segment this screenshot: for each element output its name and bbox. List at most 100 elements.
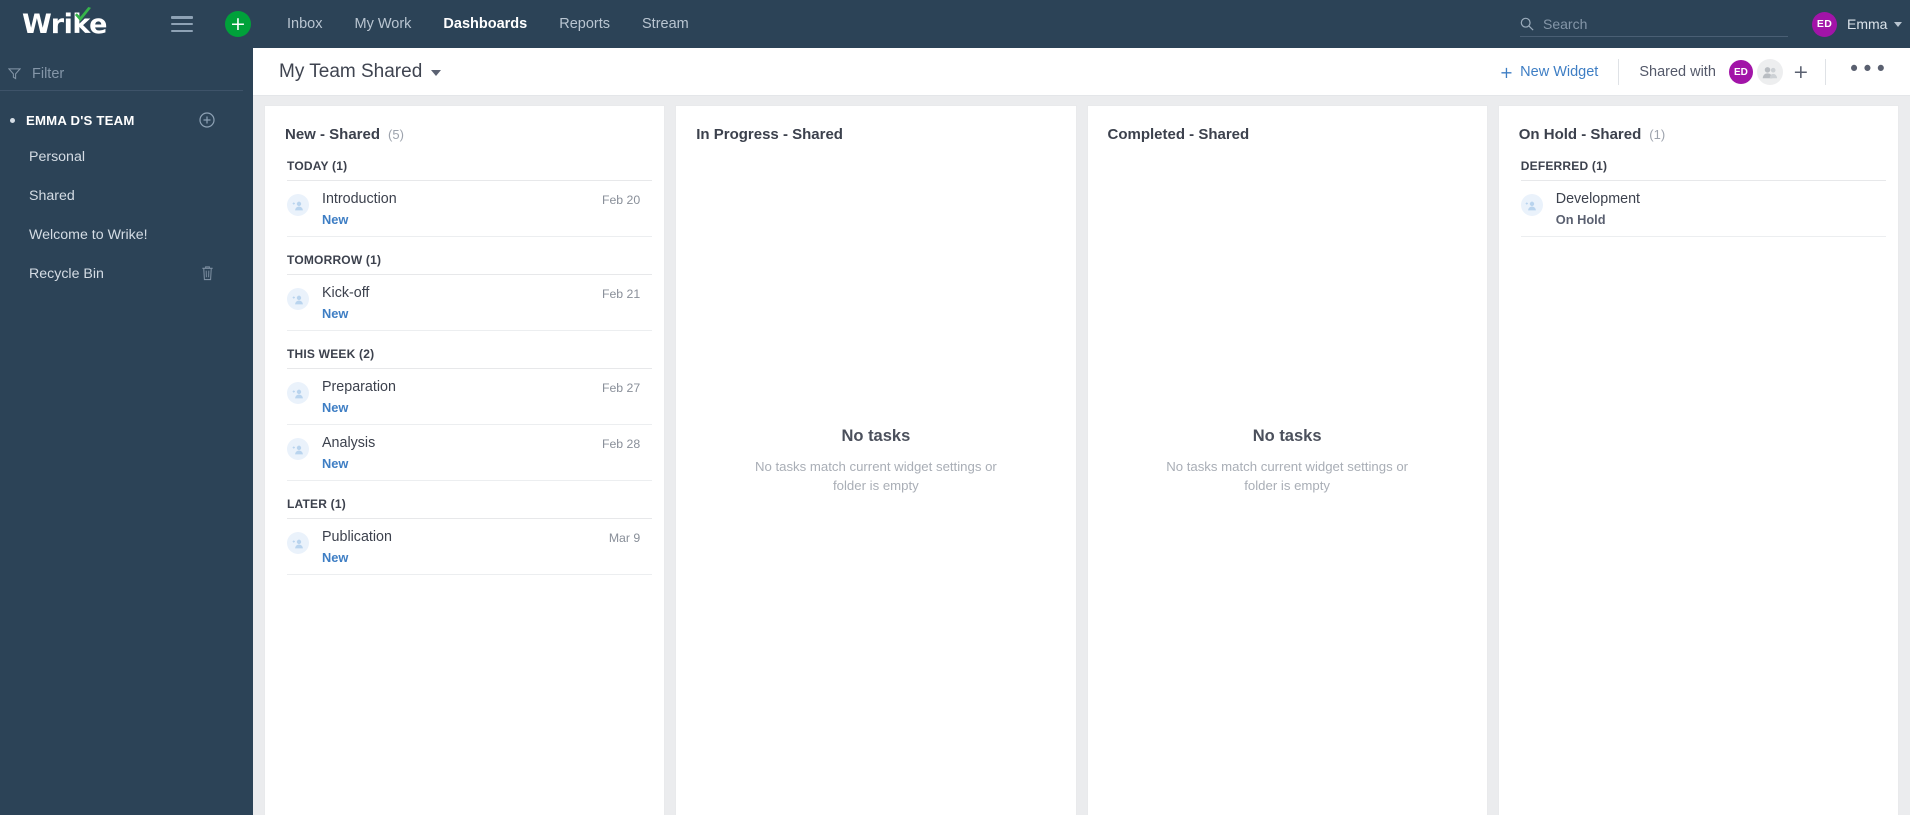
task-name: Analysis bbox=[322, 435, 376, 451]
widget-in-progress-shared: In Progress - Shared No tasks No tasks m… bbox=[676, 106, 1076, 815]
sidebar-item-label: Personal bbox=[29, 148, 85, 165]
task-group-label: THIS WEEK (2) bbox=[287, 331, 653, 369]
widget-header: On Hold - Shared (1) bbox=[1499, 106, 1898, 143]
task-status[interactable]: On Hold bbox=[1556, 212, 1874, 227]
widget-count: (5) bbox=[388, 127, 404, 142]
team-bullet-icon bbox=[10, 118, 15, 123]
dashboard-header-actions: + New Widget Shared with ED + ••• bbox=[1500, 48, 1910, 96]
task-status[interactable]: New bbox=[322, 212, 602, 227]
nav-item-my-work[interactable]: My Work bbox=[338, 0, 427, 48]
app-logo[interactable]: Wrike bbox=[0, 0, 212, 48]
widget-count: (1) bbox=[1649, 127, 1666, 142]
widget-on-hold-shared: On Hold - Shared (1) DEFERRED (1) Develo… bbox=[1498, 106, 1898, 815]
widget-completed-shared: Completed - Shared No tasks No tasks mat… bbox=[1087, 106, 1487, 815]
task-name: Kick-off bbox=[322, 285, 370, 301]
assign-user-icon[interactable] bbox=[287, 288, 309, 310]
plus-icon: + bbox=[1499, 62, 1514, 82]
search-icon bbox=[1520, 17, 1534, 31]
dashboard-header: My Team Shared + New Widget Shared with … bbox=[253, 48, 1910, 96]
task-date: Feb 28 bbox=[601, 437, 641, 451]
empty-title: No tasks bbox=[841, 426, 911, 445]
task-content: Preparation New bbox=[322, 378, 602, 415]
nav-item-reports[interactable]: Reports bbox=[543, 0, 626, 48]
user-menu[interactable]: ED Emma bbox=[1812, 0, 1903, 48]
new-widget-label: New Widget bbox=[1520, 64, 1599, 80]
chevron-down-icon bbox=[431, 70, 442, 76]
sidebar-filter[interactable] bbox=[0, 57, 243, 91]
page-title: My Team Shared bbox=[279, 60, 423, 82]
empty-title: No tasks bbox=[1252, 426, 1322, 445]
sidebar-toggle-icon[interactable] bbox=[170, 16, 193, 32]
task-row[interactable]: Publication New Mar 9 bbox=[287, 519, 653, 575]
sidebar-item-label: Welcome to Wrike! bbox=[29, 226, 148, 243]
task-row[interactable]: Analysis New Feb 28 bbox=[287, 425, 653, 481]
trash-icon[interactable] bbox=[200, 265, 215, 281]
create-button[interactable]: + bbox=[225, 11, 251, 37]
search-input[interactable] bbox=[1543, 15, 1773, 32]
people-icon[interactable] bbox=[1756, 59, 1783, 85]
sidebar: EMMA D'S TEAM Personal Shared Welcome to… bbox=[0, 48, 253, 815]
sidebar-item-label: Recycle Bin bbox=[29, 265, 104, 282]
empty-state: No tasks No tasks match current widget s… bbox=[1088, 106, 1487, 815]
nav-item-stream[interactable]: Stream bbox=[626, 0, 705, 48]
logo-check-icon bbox=[75, 7, 91, 22]
sidebar-team-header[interactable]: EMMA D'S TEAM bbox=[0, 104, 253, 137]
task-name: Preparation bbox=[322, 379, 396, 395]
task-content: Introduction New bbox=[322, 190, 602, 227]
task-name: Development bbox=[1555, 191, 1640, 207]
add-person-button[interactable]: + bbox=[1793, 62, 1809, 82]
main-nav: Inbox My Work Dashboards Reports Stream bbox=[271, 0, 705, 48]
task-row[interactable]: Development On Hold bbox=[1520, 181, 1886, 237]
task-status[interactable]: New bbox=[322, 456, 602, 471]
task-name: Publication bbox=[322, 529, 392, 545]
assign-user-icon[interactable] bbox=[287, 438, 309, 460]
top-navigation-bar: Wrike + Inbox My Work Dashboards Reports… bbox=[0, 0, 1910, 48]
task-content: Kick-off New bbox=[322, 284, 602, 321]
sidebar-item-label: Shared bbox=[29, 187, 75, 204]
task-group-label: DEFERRED (1) bbox=[1520, 143, 1886, 181]
task-group-label: TOMORROW (1) bbox=[287, 237, 653, 275]
task-date: Feb 27 bbox=[601, 381, 641, 395]
avatar: ED bbox=[1812, 11, 1837, 37]
empty-description: No tasks match current widget settings o… bbox=[754, 458, 997, 493]
task-date: Feb 20 bbox=[601, 193, 641, 207]
assign-user-icon[interactable] bbox=[287, 194, 309, 216]
widget-title: Completed - Shared bbox=[1107, 126, 1250, 143]
search-box[interactable] bbox=[1520, 11, 1788, 37]
empty-description: No tasks match current widget settings o… bbox=[1166, 458, 1409, 493]
sidebar-item-recycle-bin[interactable]: Recycle Bin bbox=[0, 254, 253, 293]
task-group-label: LATER (1) bbox=[287, 481, 653, 519]
dashboard-title-dropdown[interactable]: My Team Shared bbox=[279, 60, 442, 83]
nav-item-inbox[interactable]: Inbox bbox=[271, 0, 338, 48]
task-row[interactable]: Preparation New Feb 27 bbox=[287, 369, 653, 425]
widget-title: In Progress - Shared bbox=[696, 126, 843, 143]
assign-user-icon[interactable] bbox=[1520, 194, 1543, 216]
add-circle-icon[interactable] bbox=[199, 112, 215, 128]
empty-state: No tasks No tasks match current widget s… bbox=[676, 106, 1075, 815]
shared-with-group: Shared with ED + bbox=[1619, 59, 1825, 85]
avatar[interactable]: ED bbox=[1728, 60, 1753, 84]
assign-user-icon[interactable] bbox=[287, 532, 309, 554]
widget-new-shared: New - Shared (5) TODAY (1) Introduction … bbox=[265, 106, 665, 815]
task-group-label: TODAY (1) bbox=[287, 143, 653, 181]
team-name: EMMA D'S TEAM bbox=[26, 113, 135, 128]
assign-user-icon[interactable] bbox=[287, 382, 309, 404]
task-content: Development On Hold bbox=[1556, 190, 1874, 227]
sidebar-item-shared[interactable]: Shared bbox=[0, 176, 253, 215]
task-status[interactable]: New bbox=[322, 400, 602, 415]
shared-with-label: Shared with bbox=[1639, 64, 1716, 80]
user-name: Emma bbox=[1847, 16, 1888, 32]
task-status[interactable]: New bbox=[322, 550, 609, 565]
widget-title: On Hold - Shared bbox=[1518, 126, 1642, 143]
task-status[interactable]: New bbox=[322, 306, 602, 321]
sidebar-item-welcome-to-wrike[interactable]: Welcome to Wrike! bbox=[0, 215, 253, 254]
task-date: Mar 9 bbox=[608, 531, 641, 545]
sidebar-item-personal[interactable]: Personal bbox=[0, 137, 253, 176]
new-widget-button[interactable]: + New Widget bbox=[1500, 63, 1619, 82]
filter-input[interactable] bbox=[32, 65, 212, 82]
task-content: Publication New bbox=[322, 528, 609, 565]
more-options-button[interactable]: ••• bbox=[1826, 58, 1910, 80]
task-row[interactable]: Introduction New Feb 20 bbox=[287, 181, 653, 237]
task-row[interactable]: Kick-off New Feb 21 bbox=[287, 275, 653, 331]
nav-item-dashboards[interactable]: Dashboards bbox=[427, 0, 543, 48]
